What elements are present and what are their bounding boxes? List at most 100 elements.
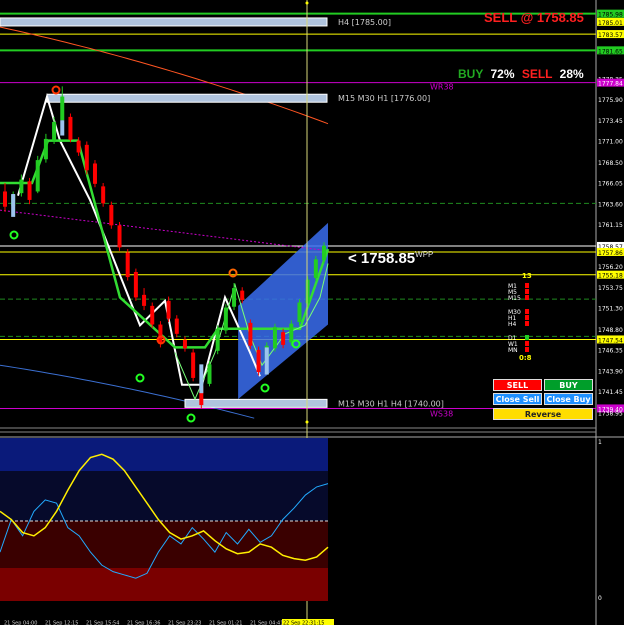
buy-signal-arrow-2 (135, 373, 145, 383)
price-tick-19: 1748.80 (598, 327, 623, 334)
tf-cell-3 (525, 309, 529, 314)
candle-body-22 (182, 339, 187, 349)
sell-percent: 28% (559, 67, 584, 81)
candle-body-27 (223, 307, 228, 331)
price-tick-14: 1757.86 (598, 250, 623, 257)
buy-signal-arrow-1 (9, 230, 19, 240)
ma-orange (0, 26, 329, 125)
candle-body-8 (68, 116, 73, 140)
candle-body-15 (125, 252, 130, 278)
level-box-2 (184, 398, 328, 408)
candle-body-34 (281, 332, 286, 345)
time-label-7: 22 Sep 22:31:15 (283, 621, 324, 625)
price-tick-15: 1756.20 (598, 264, 623, 271)
candle-body-21 (174, 318, 179, 334)
candle-body-35 (289, 323, 294, 343)
buy-signal-arrow-3 (186, 413, 196, 423)
candle-body-10 (84, 144, 89, 171)
candle-body-12 (101, 186, 106, 204)
tf-label-5: H4 (508, 321, 517, 328)
highlight-candle-3 (264, 347, 269, 375)
sell-button[interactable]: SELL (493, 379, 542, 391)
sell-label: SELL (521, 67, 553, 81)
price-tick-10: 1766.05 (598, 181, 623, 188)
candle-body-36 (297, 302, 302, 322)
time-label-4: 21 Sep 23:23 (168, 621, 201, 625)
candle-body-0 (3, 191, 7, 207)
close-sell-button[interactable]: Close Sell (493, 393, 542, 405)
price-tick-25: 1738.95 (598, 410, 623, 417)
price-tick-22: 1743.90 (598, 368, 623, 375)
candle-body-4 (35, 160, 40, 192)
tf-cell-0 (525, 283, 529, 288)
tf-label-8: MN (508, 347, 518, 354)
candle-body-39 (322, 245, 327, 261)
candle-body-23 (191, 352, 196, 378)
level-box-1 (46, 93, 328, 103)
ma-magenta (0, 209, 329, 252)
price-tick-1: 1785.01 (598, 20, 623, 27)
current-price-label: < 1758.85WPP (348, 250, 433, 267)
time-label-5: 21 Sep 01:21 (209, 621, 242, 625)
highlight-candle-0 (11, 194, 16, 217)
price-tick-6: 1775.90 (598, 97, 623, 104)
wr38-label: WR38 (430, 83, 454, 92)
tf-label-2: M15 (508, 295, 521, 302)
candle-body-9 (76, 140, 81, 153)
buy-sell-ratio: BUY 72% SELL 28% (458, 67, 584, 81)
candle-body-16 (133, 271, 138, 298)
close-buy-button[interactable]: Close Buy (544, 393, 593, 405)
tf-top-count: 13 (522, 272, 532, 280)
buy-percent: 72% (490, 67, 515, 81)
candle-body-5 (43, 138, 48, 160)
buy-label: BUY (458, 67, 484, 81)
tf-cell-1 (525, 289, 529, 294)
price-tick-12: 1761.15 (598, 222, 623, 229)
price-tick-18: 1751.30 (598, 306, 623, 313)
candle-body-17 (142, 294, 147, 306)
highlight-candle-1 (60, 120, 65, 136)
time-label-0: 21 Sep 04:00 (4, 621, 37, 625)
candle-body-28 (232, 288, 237, 307)
candle-body-33 (272, 327, 277, 349)
time-label-3: 21 Sep 16:36 (127, 621, 160, 625)
candle-body-13 (109, 205, 114, 226)
buy-signal-arrow-4 (260, 383, 270, 393)
price-tick-11: 1763.60 (598, 201, 623, 208)
candle-body-31 (256, 349, 261, 372)
candle-body-18 (150, 305, 155, 325)
tf-cell-6 (525, 335, 529, 340)
price-tick-9: 1768.50 (598, 160, 623, 167)
candle-body-19 (158, 324, 163, 345)
sell-alert: SELL @ 1758.85 (484, 10, 584, 25)
tf-cell-8 (525, 347, 529, 352)
trading-chart[interactable]: H4 [1785.00] M15 M30 H1 [1776.00] M15 M30 … (0, 0, 624, 625)
osc-zone-bottom (0, 568, 328, 601)
osc-axis-bottom: 0 (598, 595, 602, 602)
buy-button[interactable]: BUY (544, 379, 593, 391)
price-tick-5: 1777.84 (598, 81, 623, 88)
price-tick-7: 1773.45 (598, 118, 623, 125)
current-price-text: < 1758.85 (348, 250, 416, 267)
candle-body-11 (92, 163, 97, 184)
sell-signal-arrow-1 (51, 85, 61, 95)
candle-body-20 (166, 300, 171, 319)
ws38-label: WS38 (430, 409, 453, 418)
cursor-dot-bottom (305, 420, 309, 424)
tf-cell-4 (525, 315, 529, 320)
price-tick-2: 1783.57 (598, 32, 623, 39)
tf-cell-5 (525, 321, 529, 326)
level-label-0: H4 [1785.00] (338, 18, 391, 27)
candle-body-30 (248, 322, 253, 346)
sell-alert-text: SELL @ 1758.85 (484, 10, 584, 25)
reverse-button[interactable]: Reverse (493, 408, 593, 420)
tf-cell-2 (525, 295, 529, 300)
sell-signal-arrow-3 (228, 268, 238, 278)
candle-body-25 (207, 364, 212, 384)
osc-zone-top (0, 438, 328, 471)
tf-bottom-count: 0:8 (519, 354, 532, 362)
tf-cell-7 (525, 341, 529, 346)
time-label-2: 21 Sep 15:54 (86, 621, 119, 625)
candle-body-6 (52, 121, 57, 141)
candle-body-14 (117, 225, 122, 248)
